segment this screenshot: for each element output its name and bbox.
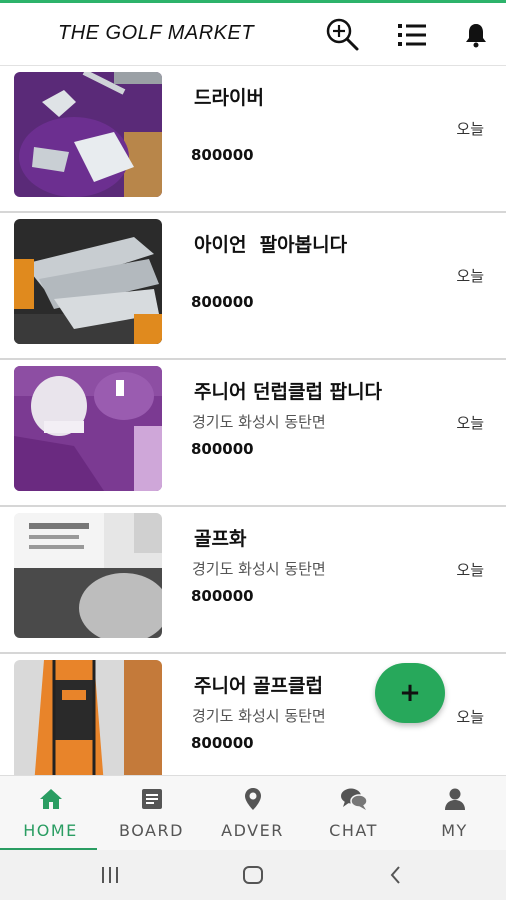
- bottom-nav: HOME BOARD ADVER CHAT MY: [0, 775, 506, 851]
- nav-my[interactable]: MY: [404, 776, 505, 851]
- back-icon[interactable]: [386, 864, 406, 886]
- listing-item[interactable]: 주니어 던럽클럽 팝니다 경기도 화성시 동탄면 800000 오늘: [0, 360, 506, 507]
- listing-title: 드라이버: [194, 87, 264, 109]
- listing-title: 주니어 던럽클럽 팝니다: [194, 381, 383, 403]
- listing-date: 오늘: [456, 120, 484, 138]
- search-plus-icon[interactable]: [322, 15, 362, 55]
- listing-price: 800000: [191, 734, 254, 752]
- listing-price: 800000: [191, 293, 254, 311]
- chat-icon: [341, 788, 368, 810]
- nav-home[interactable]: HOME: [0, 776, 101, 851]
- recent-apps-icon[interactable]: [98, 864, 122, 886]
- listing-location: 경기도 화성시 동탄면: [192, 707, 326, 725]
- nav-chat[interactable]: CHAT: [303, 776, 404, 851]
- listing-price: 800000: [191, 440, 254, 458]
- bell-icon[interactable]: [456, 15, 496, 55]
- nav-board[interactable]: BOARD: [101, 776, 202, 851]
- listing-location: 경기도 화성시 동탄면: [192, 413, 326, 431]
- home-circle-icon[interactable]: [241, 864, 265, 886]
- listing-thumbnail[interactable]: [14, 513, 162, 638]
- nav-label: ADVER: [221, 821, 284, 840]
- listing-title: 아이언 팔아봅니다: [194, 234, 348, 256]
- nav-label: BOARD: [119, 821, 184, 840]
- listing-thumbnail[interactable]: [14, 219, 162, 344]
- nav-adver[interactable]: ADVER: [202, 776, 303, 851]
- listing-location: 경기도 화성시 동탄면: [192, 560, 326, 578]
- listing-price: 800000: [191, 146, 254, 164]
- nav-label: MY: [441, 821, 468, 840]
- listing-item[interactable]: 드라이버 800000 오늘: [0, 66, 506, 213]
- listing-price: 800000: [191, 587, 254, 605]
- location-pin-icon: [245, 788, 261, 810]
- app-bar: THE GOLF MARKET: [0, 3, 506, 66]
- listing-date: 오늘: [456, 414, 484, 432]
- listing-title: 주니어 골프클럽: [194, 675, 323, 697]
- listing-item[interactable]: 골프화 경기도 화성시 동탄면 800000 오늘: [0, 507, 506, 654]
- listing-thumbnail[interactable]: [14, 366, 162, 491]
- listing-date: 오늘: [456, 267, 484, 285]
- listing-date: 오늘: [456, 561, 484, 579]
- board-icon: [142, 789, 162, 809]
- user-icon: [445, 788, 465, 810]
- list-icon[interactable]: [392, 15, 432, 55]
- listing-thumbnail[interactable]: [14, 72, 162, 197]
- nav-label: HOME: [23, 821, 78, 840]
- app-title: THE GOLF MARKET: [58, 22, 255, 44]
- home-icon: [40, 789, 62, 809]
- nav-label: CHAT: [329, 821, 378, 840]
- system-nav-bar: [0, 850, 506, 900]
- listing-title: 골프화: [194, 528, 247, 550]
- add-listing-button[interactable]: +: [375, 663, 445, 723]
- listing-item[interactable]: 아이언 팔아봅니다 800000 오늘: [0, 213, 506, 360]
- listing-date: 오늘: [456, 708, 484, 726]
- listing-thumbnail[interactable]: [14, 660, 162, 775]
